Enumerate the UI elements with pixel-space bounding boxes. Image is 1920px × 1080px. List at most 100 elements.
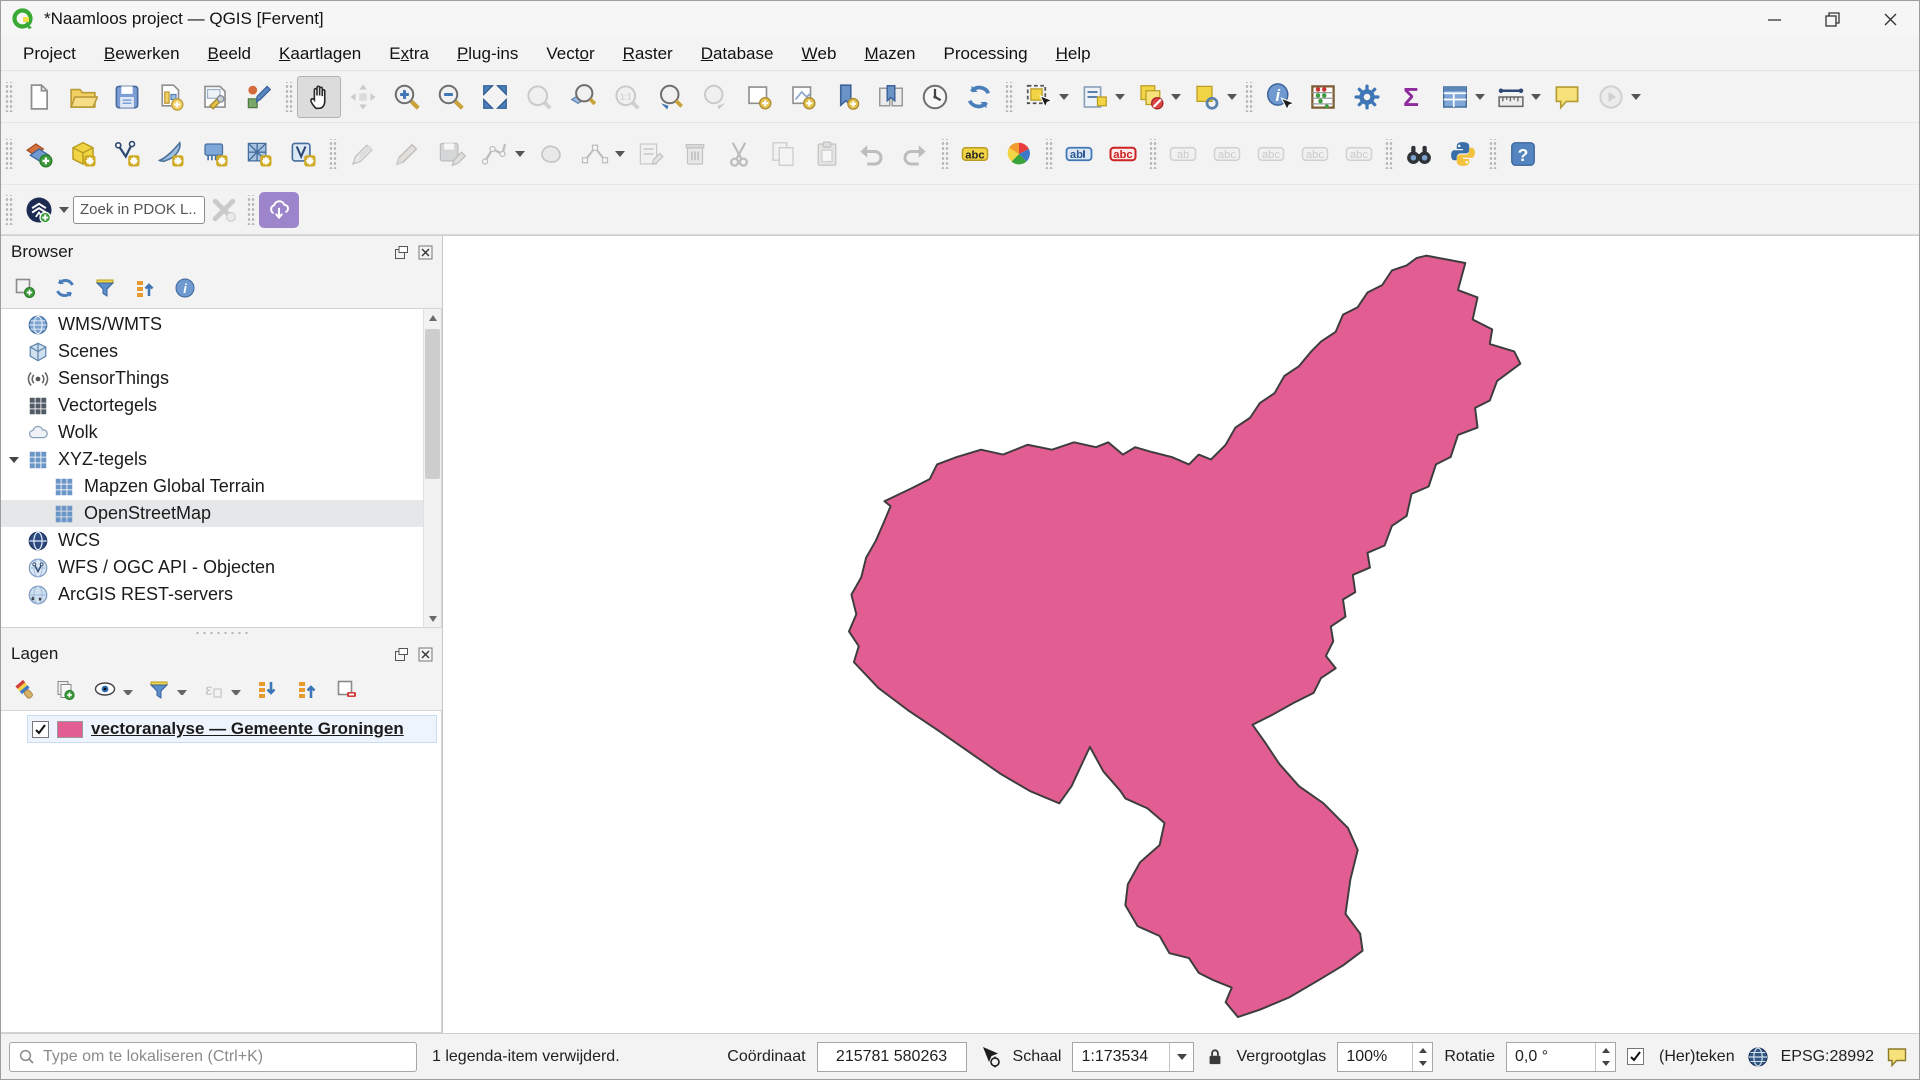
filter-legend-button[interactable]	[145, 676, 173, 704]
minimize-button[interactable]	[1745, 1, 1803, 37]
deselect-dropdown[interactable]	[1169, 76, 1183, 118]
pdok-services-button[interactable]	[17, 189, 61, 231]
locator-input[interactable]	[43, 1048, 408, 1066]
scroll-down-arrow[interactable]	[424, 610, 441, 627]
remove-layer-button[interactable]	[333, 676, 361, 704]
reselect-dropdown[interactable]	[1225, 76, 1239, 118]
manage-visibility-button[interactable]	[91, 676, 119, 704]
layer-row-vectoranalyse-gemeente-groningen[interactable]: vectoranalyse — Gemeente Groningen	[27, 715, 437, 743]
select-by-value-dropdown[interactable]	[1113, 76, 1127, 118]
map-tips-button[interactable]	[1545, 76, 1589, 118]
rotation-spinbox[interactable]: 0,0 °	[1506, 1042, 1616, 1072]
layer-visibility-checkbox[interactable]	[32, 721, 49, 738]
new-print-layout-button[interactable]	[149, 76, 193, 118]
zoom-in-button[interactable]	[385, 76, 429, 118]
panel-splitter[interactable]	[1, 628, 442, 638]
zoom-to-layer-button[interactable]	[561, 76, 605, 118]
scale-combobox[interactable]: 1:173534	[1072, 1042, 1194, 1072]
render-checkbox-group[interactable]: (Her)teken	[1627, 1048, 1735, 1066]
add-feature-button[interactable]	[529, 133, 573, 175]
restore-button[interactable]	[1803, 1, 1861, 37]
layers-float-button[interactable]	[392, 645, 410, 663]
open-layer-styling-button[interactable]	[11, 676, 39, 704]
attribute-table-dropdown[interactable]	[1473, 76, 1487, 118]
filter-expression-dropdown[interactable]	[231, 681, 241, 699]
zoom-next-button[interactable]	[693, 76, 737, 118]
toolbar-drag-handle[interactable]	[1488, 139, 1498, 169]
digitize-with-segment-button[interactable]	[473, 133, 517, 175]
toolbar-drag-handle[interactable]	[1384, 139, 1394, 169]
pdok-clear-button[interactable]	[205, 189, 243, 231]
browser-item-wcs[interactable]: WCS	[1, 527, 423, 554]
rotation-down[interactable]	[1596, 1057, 1615, 1071]
rotation-up[interactable]	[1596, 1043, 1615, 1057]
new-mesh-layer-button[interactable]	[193, 133, 237, 175]
menu-beeld[interactable]: Beeld	[194, 37, 265, 70]
menu-web[interactable]: Web	[787, 37, 850, 70]
cut-features-button[interactable]	[717, 133, 761, 175]
toolbar-drag-handle[interactable]	[284, 82, 294, 112]
menu-processing[interactable]: Processing	[929, 37, 1041, 70]
toolbar-drag-handle[interactable]	[246, 195, 256, 225]
rotate-label-button[interactable]: abc	[1293, 133, 1337, 175]
highlight-pinned-labels-button[interactable]: abc	[1205, 133, 1249, 175]
pdok-download-button[interactable]	[259, 192, 299, 228]
browser-item-wolk[interactable]: Wolk	[1, 419, 423, 446]
menu-bewerken[interactable]: Bewerken	[90, 37, 194, 70]
messages-bubble-icon[interactable]	[1885, 1045, 1909, 1069]
menu-database[interactable]: Database	[687, 37, 788, 70]
browser-properties-button[interactable]: i	[171, 274, 199, 302]
menu-vector[interactable]: Vector	[532, 37, 608, 70]
magnifier-up[interactable]	[1413, 1043, 1432, 1057]
menu-project[interactable]: Project	[9, 37, 90, 70]
browser-item-arcgis-rest-servers[interactable]: ArcGIS REST-servers	[1, 581, 423, 608]
pan-to-selection-button[interactable]	[341, 76, 385, 118]
toolbar-drag-handle[interactable]	[4, 82, 14, 112]
new-geopackage-layer-button[interactable]	[61, 133, 105, 175]
menu-help[interactable]: Help	[1042, 37, 1105, 70]
deselect-features-button[interactable]	[1129, 76, 1173, 118]
open-project-button[interactable]	[61, 76, 105, 118]
modify-attributes-button[interactable]	[629, 133, 673, 175]
browser-float-button[interactable]	[392, 243, 410, 261]
browser-item-openstreetmap[interactable]: OpenStreetMap	[1, 500, 423, 527]
browser-item-wms-wmts[interactable]: WMS/WMTS	[1, 311, 423, 338]
new-gpx-layer-button[interactable]	[237, 133, 281, 175]
menu-kaartlagen[interactable]: Kaartlagen	[265, 37, 375, 70]
new-spatialite-layer-button[interactable]	[149, 133, 193, 175]
highlight-labels-button[interactable]: ab	[1057, 133, 1101, 175]
browser-collapse-all-button[interactable]	[131, 274, 159, 302]
map-canvas[interactable]	[443, 236, 1919, 1033]
refresh-map-button[interactable]	[957, 76, 1001, 118]
browser-add-layers-button[interactable]	[11, 274, 39, 302]
browser-scrollbar[interactable]	[423, 309, 441, 627]
zoom-out-button[interactable]	[429, 76, 473, 118]
magnifier-spinbox[interactable]: 100%	[1337, 1042, 1433, 1072]
toolbar-drag-handle[interactable]	[940, 139, 950, 169]
menu-raster[interactable]: Raster	[609, 37, 687, 70]
processing-toolbox-button[interactable]	[1345, 76, 1389, 118]
browser-item-scenes[interactable]: Scenes	[1, 338, 423, 365]
browser-item-vectortegels[interactable]: Vectortegels	[1, 392, 423, 419]
vertex-tool-button[interactable]	[573, 133, 617, 175]
menu-plug-ins[interactable]: Plug-ins	[443, 37, 532, 70]
zoom-last-button[interactable]	[649, 76, 693, 118]
redo-button[interactable]	[893, 133, 937, 175]
show-unplaced-labels-button[interactable]: abc	[1101, 133, 1145, 175]
help-button[interactable]: ?	[1501, 133, 1545, 175]
metasearch-button[interactable]	[1397, 133, 1441, 175]
browser-item-sensorthings[interactable]: SensorThings	[1, 365, 423, 392]
reselect-features-button[interactable]	[1185, 76, 1229, 118]
visibility-dropdown[interactable]	[123, 681, 133, 699]
new-virtual-layer-button[interactable]	[281, 133, 325, 175]
browser-refresh-button[interactable]	[51, 274, 79, 302]
new-3d-map-view-button[interactable]	[781, 76, 825, 118]
lock-scale-icon[interactable]	[1205, 1047, 1225, 1067]
style-manager-button[interactable]	[237, 76, 281, 118]
filter-by-expression-button[interactable]: ε	[199, 676, 227, 704]
menu-extra[interactable]: Extra	[375, 37, 443, 70]
close-button[interactable]	[1861, 1, 1919, 37]
browser-item-mapzen-global-terrain[interactable]: Mapzen Global Terrain	[1, 473, 423, 500]
layer-name-label[interactable]: vectoranalyse — Gemeente Groningen	[91, 719, 404, 739]
zoom-to-selection-button[interactable]	[517, 76, 561, 118]
